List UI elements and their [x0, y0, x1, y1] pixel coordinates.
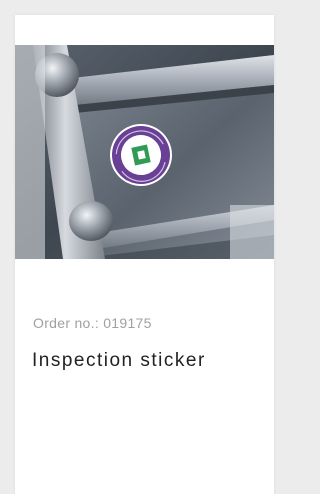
product-card[interactable]: Order no.: 019175 Inspection sticker	[15, 15, 274, 494]
product-title[interactable]: Inspection sticker	[32, 350, 206, 372]
inspection-sticker-photo	[15, 45, 274, 259]
product-image[interactable]	[15, 45, 274, 259]
order-number: Order no.: 019175	[33, 315, 152, 331]
